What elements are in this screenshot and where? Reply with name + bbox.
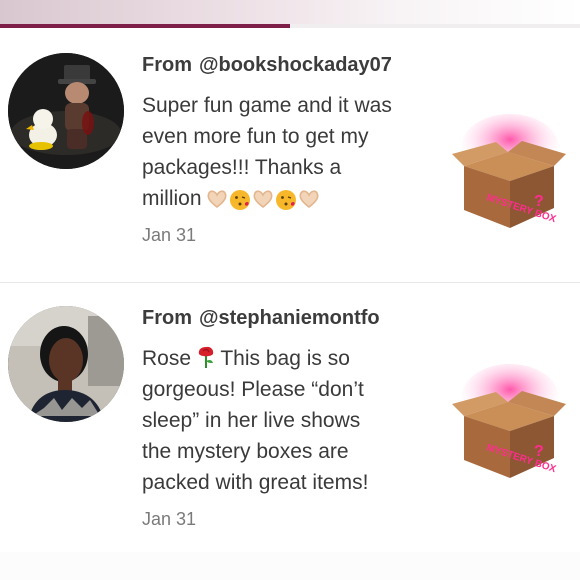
review-text: Super fun game and it was even more fun … <box>142 90 452 214</box>
review-content: From @stephaniemontfo Rose This bag is s… <box>142 305 452 530</box>
question-mark-icon: ? <box>534 193 544 210</box>
heart-hands-icon <box>207 190 227 209</box>
review-content: From @bookshockaday07 Super fun game and… <box>142 52 452 246</box>
rose-icon <box>198 346 214 368</box>
carousel-progress-fill <box>0 24 290 28</box>
review-author: From @bookshockaday07 <box>142 52 452 78</box>
review-body-prefix: Rose <box>142 347 192 370</box>
question-mark-icon: ? <box>534 443 544 460</box>
avatar[interactable] <box>8 53 124 169</box>
review-card: From @stephaniemontfo Rose This bag is s… <box>0 289 580 553</box>
review-card: From @bookshockaday07 Super fun game and… <box>0 32 580 283</box>
review-author: From @stephaniemontfo <box>142 305 452 331</box>
from-label: From <box>142 54 192 76</box>
mystery-box-icon: MYSTERY BOX ? <box>452 364 566 478</box>
kiss-face-icon <box>275 190 296 210</box>
avatar-photo-person <box>8 306 124 422</box>
review-date: Jan 31 <box>142 225 197 245</box>
review-date: Jan 31 <box>142 509 197 529</box>
kiss-face-icon <box>229 190 250 210</box>
from-label: From <box>142 307 192 329</box>
avatar[interactable] <box>8 306 124 422</box>
bottom-edge <box>0 552 580 580</box>
review-text: Rose This bag is so gorgeous! Please “do… <box>142 343 452 498</box>
author-handle[interactable]: @stephaniemontfo <box>199 305 380 331</box>
heart-hands-icon <box>253 190 273 209</box>
emoji-row <box>206 189 320 211</box>
avatar-photo-figurines <box>8 53 124 169</box>
heart-hands-icon <box>299 190 319 209</box>
carousel-progress-track <box>0 24 580 28</box>
mystery-box-icon: MYSTERY BOX ? <box>452 114 566 228</box>
author-handle[interactable]: @bookshockaday07 <box>199 52 392 78</box>
